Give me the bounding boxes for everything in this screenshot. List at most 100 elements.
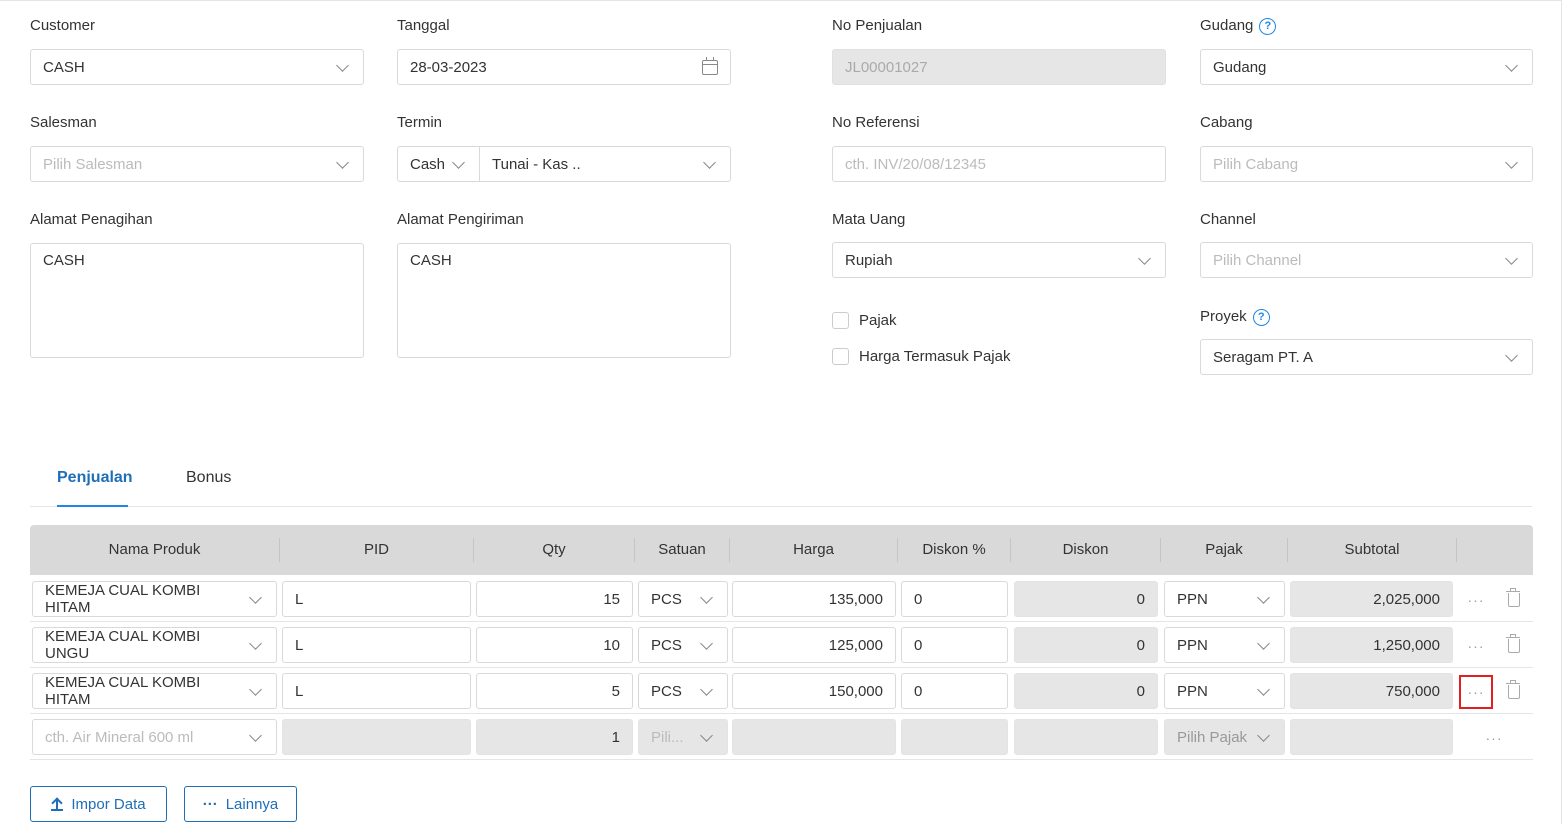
harga-input[interactable]: 125,000: [732, 627, 896, 663]
more-options-icon[interactable]: ···: [1477, 721, 1511, 755]
satuan-select[interactable]: PCS: [638, 673, 728, 709]
mata-uang-value: Rupiah: [845, 251, 893, 269]
cabang-select[interactable]: Pilih Cabang: [1200, 146, 1533, 182]
col-pid: PID: [363, 541, 389, 558]
pajak-select[interactable]: PPN: [1164, 627, 1285, 663]
help-icon[interactable]: ?: [1252, 308, 1270, 326]
more-options-icon[interactable]: ···: [1459, 675, 1493, 709]
chevron-down-icon: [451, 156, 467, 172]
qty-input[interactable]: 15: [476, 581, 633, 617]
alamat-penagihan-textarea[interactable]: CASH: [30, 243, 364, 358]
checkbox[interactable]: [832, 348, 849, 365]
pid-input[interactable]: L: [282, 627, 471, 663]
tanggal-datepicker[interactable]: 28-03-2023: [397, 49, 731, 85]
customer-label: Customer: [30, 17, 96, 34]
impor-data-label: Impor Data: [71, 795, 146, 813]
customer-value: CASH: [43, 58, 85, 76]
diskon-pct-input[interactable]: 0: [901, 627, 1008, 663]
chevron-down-icon: [1504, 156, 1520, 172]
chevron-down-icon: [1256, 591, 1272, 607]
chevron-down-icon: [1504, 59, 1520, 75]
more-options-icon[interactable]: ···: [1459, 583, 1493, 617]
mata-uang-select[interactable]: Rupiah: [832, 242, 1166, 278]
satuan-select[interactable]: PCS: [638, 627, 728, 663]
pid-input[interactable]: L: [282, 673, 471, 709]
mata-uang-label: Mata Uang: [832, 211, 906, 228]
more-options-icon[interactable]: ···: [1459, 629, 1493, 663]
alamat-penagihan-field: Alamat Penagihan: [30, 210, 153, 230]
pid-value: L: [295, 590, 304, 608]
pajak-value: PPN: [1177, 636, 1208, 654]
salesman-label: Salesman: [30, 114, 97, 131]
tab-penjualan[interactable]: Penjualan: [57, 469, 133, 487]
diskon-input: 0: [1014, 673, 1158, 709]
no-referensi-input[interactable]: cth. INV/20/08/12345: [832, 146, 1166, 182]
customer-select[interactable]: CASH: [30, 49, 364, 85]
channel-select[interactable]: Pilih Channel: [1200, 242, 1533, 278]
pajak-select[interactable]: PPN: [1164, 673, 1285, 709]
channel-field: Channel: [1200, 210, 1256, 230]
chevron-down-icon: [699, 683, 715, 699]
chevron-down-icon: [1504, 349, 1520, 365]
salesman-select[interactable]: Pilih Salesman: [30, 146, 364, 182]
alamat-pengiriman-textarea[interactable]: CASH: [397, 243, 731, 358]
tanggal-value: 28-03-2023: [410, 58, 487, 76]
diskon-pct-input[interactable]: 0: [901, 673, 1008, 709]
help-icon[interactable]: ?: [1259, 17, 1277, 35]
col-diskon: Diskon: [1062, 541, 1109, 558]
channel-placeholder: Pilih Channel: [1213, 251, 1302, 269]
alamat-pengiriman-value: CASH: [410, 252, 452, 269]
chevron-down-icon: [248, 683, 264, 699]
trash-icon[interactable]: [1506, 634, 1520, 653]
harga-input[interactable]: 150,000: [732, 673, 896, 709]
qty-input[interactable]: 10: [476, 627, 633, 663]
salesman-field: Salesman: [30, 113, 97, 133]
proyek-field: Proyek ?: [1200, 307, 1270, 327]
produk-select[interactable]: KEMEJA CUAL KOMBI HITAM: [32, 581, 277, 617]
gudang-field: Gudang ?: [1200, 16, 1277, 36]
pid-value: L: [295, 682, 304, 700]
diskon-value: 0: [1136, 682, 1145, 700]
diskon-pct-input[interactable]: 0: [901, 581, 1008, 617]
trash-icon[interactable]: [1506, 680, 1520, 699]
trash-icon[interactable]: [1506, 588, 1520, 607]
alamat-pengiriman-field: Alamat Pengiriman: [397, 210, 524, 230]
pajak-checkbox[interactable]: Pajak: [832, 312, 897, 329]
mata-uang-field: Mata Uang: [832, 210, 905, 230]
chevron-down-icon: [699, 637, 715, 653]
chevron-down-icon: [248, 591, 264, 607]
pid-input[interactable]: L: [282, 581, 471, 617]
pajak-select[interactable]: PPN: [1164, 581, 1285, 617]
active-tab-indicator: [57, 505, 128, 507]
gudang-select[interactable]: Gudang: [1200, 49, 1533, 85]
chevron-down-icon: [699, 729, 715, 745]
alamat-penagihan-label: Alamat Penagihan: [30, 211, 153, 228]
channel-label: Channel: [1200, 211, 1256, 228]
harga-termasuk-pajak-checkbox[interactable]: Harga Termasuk Pajak: [832, 348, 1010, 365]
new-item-row: cth. Air Mineral 600 ml 1 Pili... Pilih …: [30, 714, 1533, 760]
col-pajak: Pajak: [1205, 541, 1243, 558]
lainnya-button[interactable]: ··· Lainnya: [184, 786, 297, 822]
subtotal-text: 1,250,000: [1373, 636, 1440, 654]
harga-input[interactable]: 135,000: [732, 581, 896, 617]
chevron-down-icon: [1256, 729, 1272, 745]
impor-data-button[interactable]: Impor Data: [30, 786, 167, 822]
produk-select[interactable]: KEMEJA CUAL KOMBI HITAM: [32, 673, 277, 709]
qty-input[interactable]: 5: [476, 673, 633, 709]
col-diskon-pct: Diskon %: [922, 541, 986, 558]
diskon-value: 0: [1136, 636, 1145, 654]
chevron-down-icon: [1256, 637, 1272, 653]
produk-select[interactable]: KEMEJA CUAL KOMBI UNGU: [32, 627, 277, 663]
no-penjualan-value: JL00001027: [845, 58, 928, 76]
diskon-pct-value: 0: [914, 590, 923, 608]
termin-select[interactable]: Tunai - Kas ..: [479, 146, 731, 182]
satuan-select[interactable]: PCS: [638, 581, 728, 617]
checkbox[interactable]: [832, 312, 849, 329]
pid-input: [282, 719, 471, 755]
produk-select[interactable]: cth. Air Mineral 600 ml: [32, 719, 277, 755]
harga-value: 150,000: [828, 682, 883, 700]
proyek-select[interactable]: Seragam PT. A: [1200, 339, 1533, 375]
termin-type-select[interactable]: Cash: [397, 146, 480, 182]
tab-bonus[interactable]: Bonus: [186, 469, 231, 487]
produk-value: KEMEJA CUAL KOMBI HITAM: [45, 674, 201, 708]
